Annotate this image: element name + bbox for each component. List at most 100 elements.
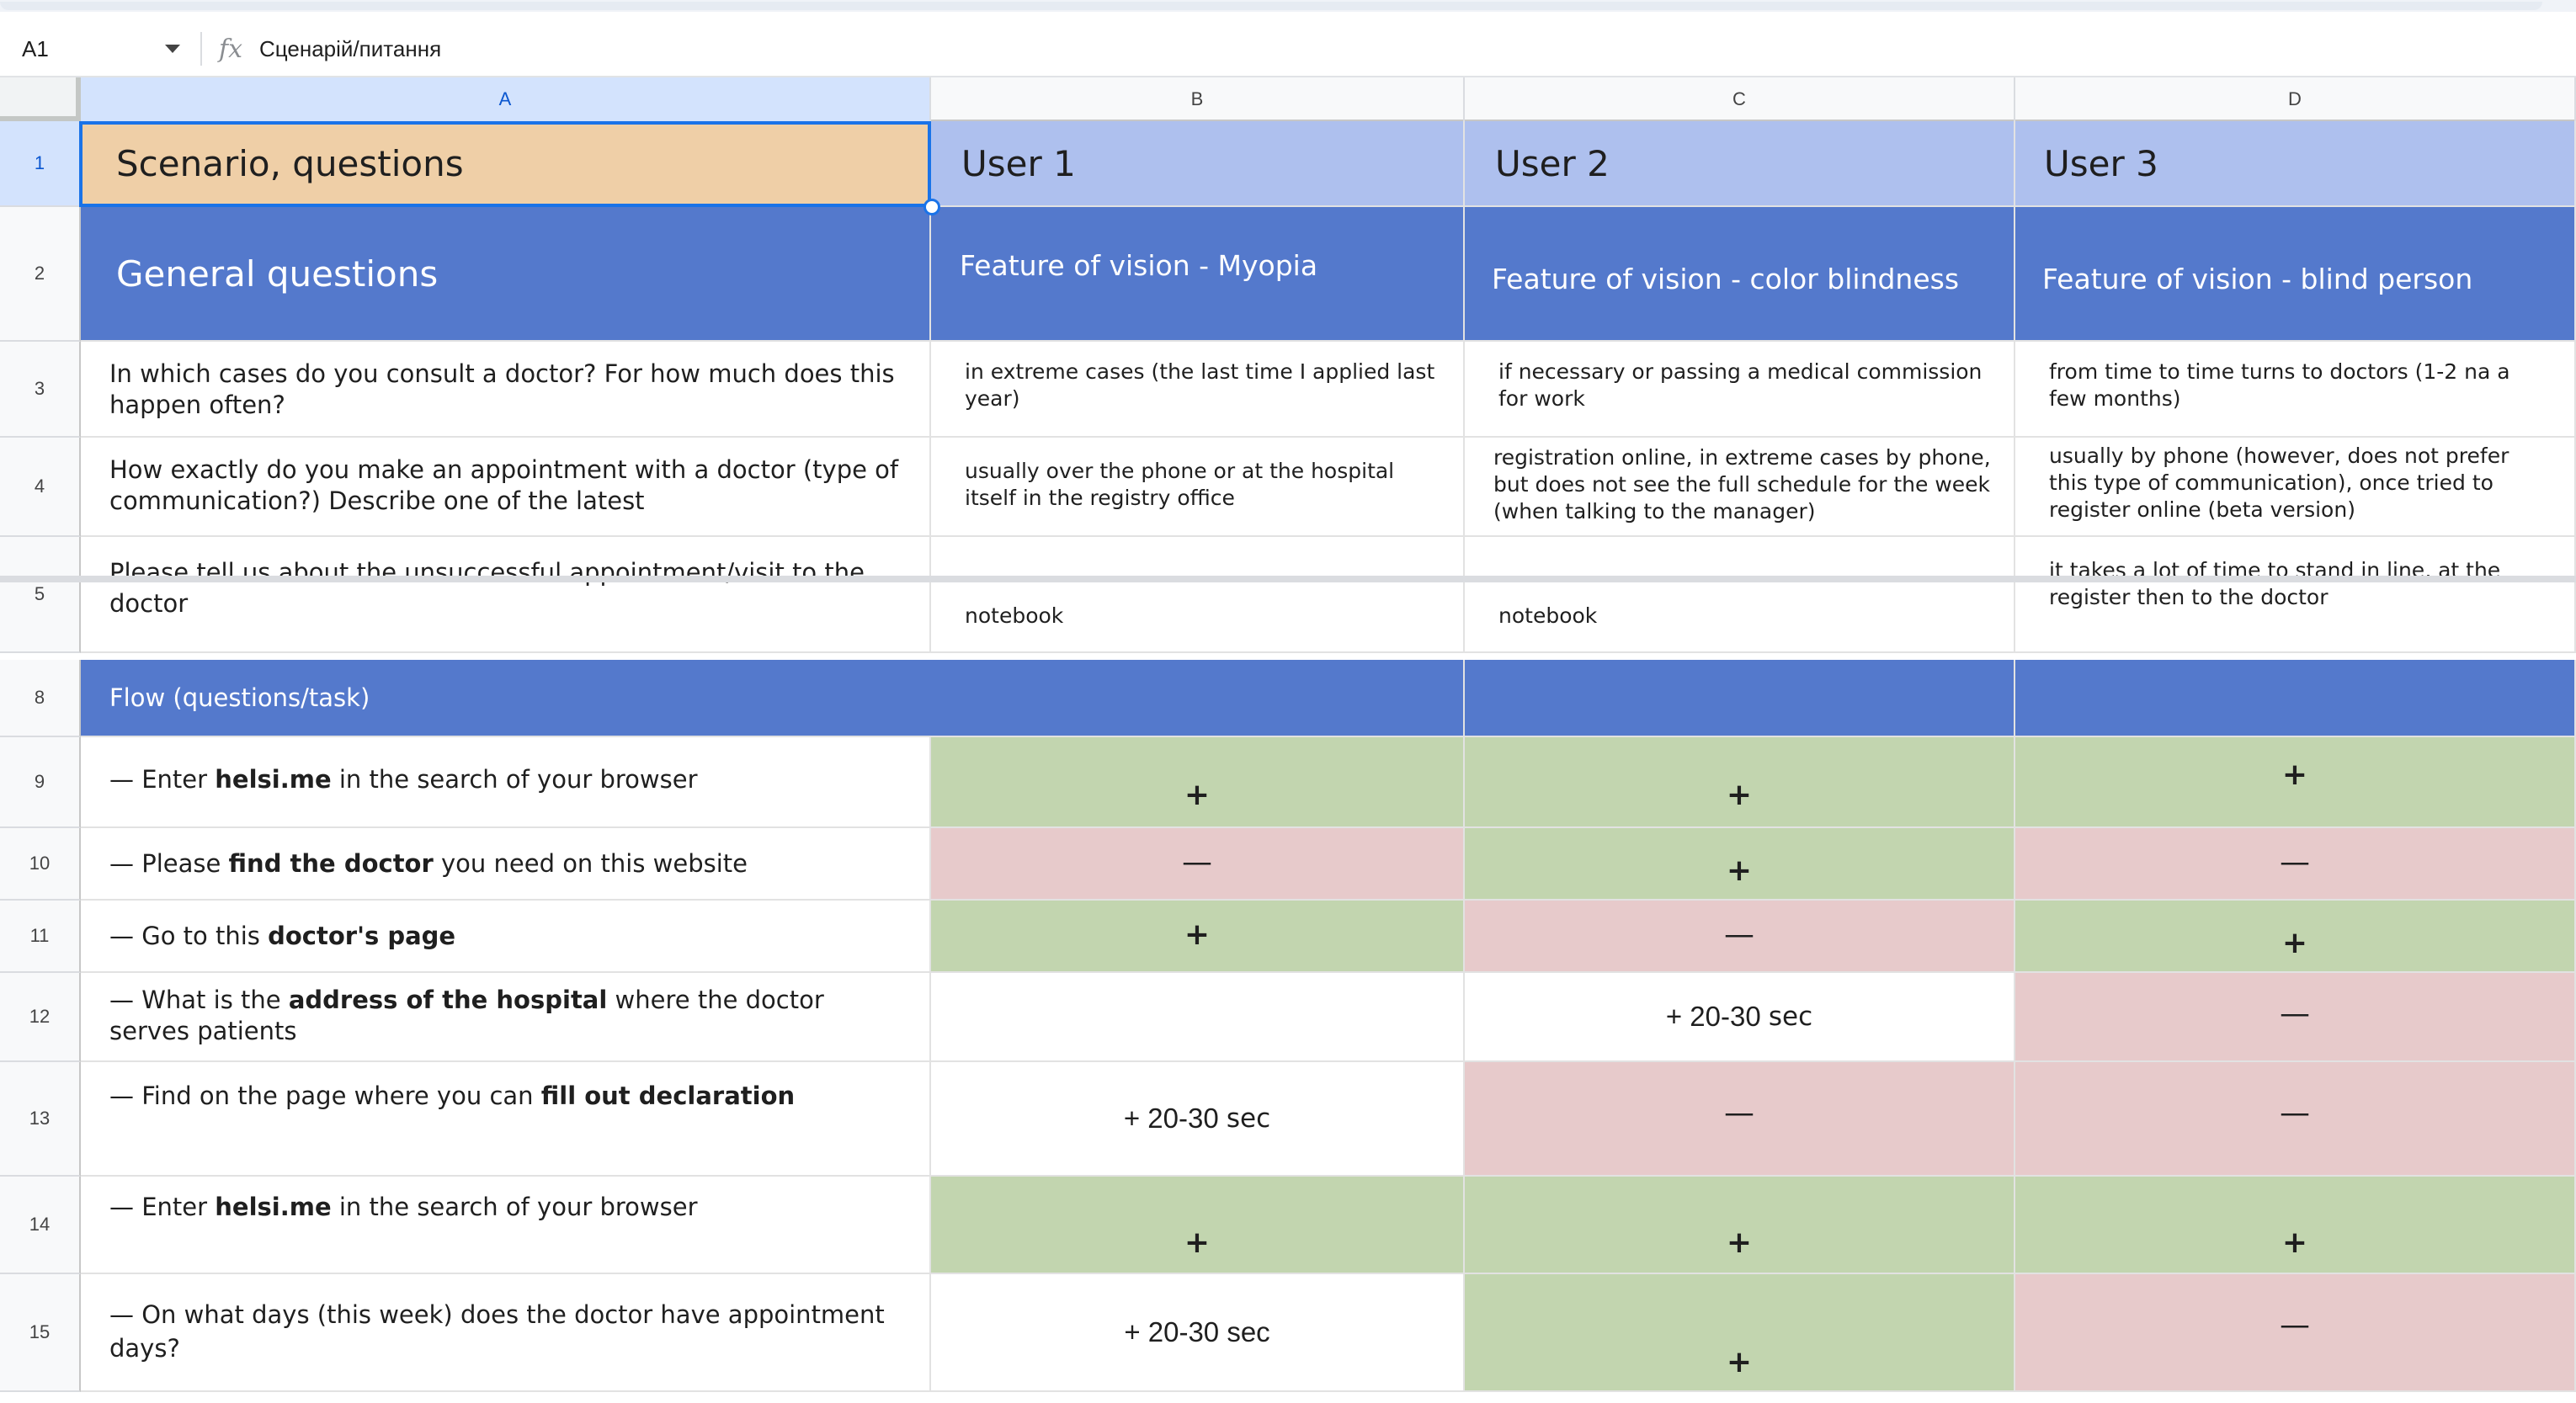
cell-a10[interactable]: — Please find the doctor you need on thi… bbox=[81, 828, 931, 901]
cell-c9[interactable]: + bbox=[1465, 737, 2015, 828]
time-unit: sec bbox=[1226, 1103, 1271, 1134]
formula-bar-divider bbox=[200, 32, 202, 66]
time-unit: sec bbox=[1768, 1002, 1813, 1032]
task-keyword: helsi.me bbox=[215, 1193, 332, 1221]
cell-b1[interactable]: User 1 bbox=[931, 121, 1465, 207]
window-top-strip bbox=[0, 0, 2576, 12]
cell-b8[interactable] bbox=[931, 660, 1465, 737]
fill-handle[interactable] bbox=[923, 199, 940, 215]
row-header[interactable]: 9 bbox=[0, 737, 81, 828]
cell-b2[interactable]: Feature of vision - Myopia bbox=[931, 207, 1465, 342]
name-box-value: A1 bbox=[22, 35, 49, 61]
cell-d4[interactable]: usually by phone (however, does not pref… bbox=[2015, 438, 2576, 537]
task-text: — What is the bbox=[109, 986, 289, 1014]
task-text: — Enter bbox=[109, 1193, 216, 1221]
cell-c10[interactable]: + bbox=[1465, 828, 2015, 901]
task-keyword: doctor's page bbox=[268, 922, 456, 950]
cell-d14[interactable]: + bbox=[2015, 1177, 2576, 1274]
task-text: — Please bbox=[109, 849, 229, 878]
cell-a14[interactable]: — Enter helsi.me in the search of your b… bbox=[81, 1177, 931, 1274]
cell-d9[interactable]: + bbox=[2015, 737, 2576, 828]
row-header[interactable]: 13 bbox=[0, 1062, 81, 1177]
row-header[interactable]: 3 bbox=[0, 342, 81, 438]
cell-d3[interactable]: from time to time turns to doctors (1-2 … bbox=[2015, 342, 2576, 438]
cell-b5[interactable]: notebook bbox=[931, 537, 1465, 653]
task-text: in the search of your browser bbox=[331, 1193, 698, 1221]
cell-b11[interactable]: + bbox=[931, 901, 1465, 973]
cell-d15[interactable]: — bbox=[2015, 1274, 2576, 1392]
time-value: + 20-30 bbox=[1665, 1001, 1761, 1032]
column-header-d[interactable]: D bbox=[2015, 77, 2576, 121]
task-text: — Enter bbox=[109, 765, 216, 794]
row-header[interactable]: 10 bbox=[0, 828, 81, 901]
function-icon: fx bbox=[219, 34, 243, 64]
cell-b12[interactable] bbox=[931, 973, 1465, 1062]
cell-d8[interactable] bbox=[2015, 660, 2576, 737]
cell-b10[interactable]: — bbox=[931, 828, 1465, 901]
row-header[interactable]: 14 bbox=[0, 1177, 81, 1274]
task-keyword: fill out declaration bbox=[540, 1081, 796, 1110]
row-header[interactable]: 1 bbox=[0, 121, 81, 207]
chevron-down-icon[interactable] bbox=[165, 45, 180, 53]
column-header-c[interactable]: C bbox=[1465, 77, 2015, 121]
row-header[interactable]: 11 bbox=[0, 901, 81, 973]
cell-b4[interactable]: usually over the phone or at the hospita… bbox=[931, 438, 1465, 537]
cell-c14[interactable]: + bbox=[1465, 1177, 2015, 1274]
column-header-a[interactable]: A bbox=[81, 77, 931, 121]
time-value: + 20-30 bbox=[1123, 1103, 1219, 1134]
cell-c11[interactable]: — bbox=[1465, 901, 2015, 973]
cell-c1[interactable]: User 2 bbox=[1465, 121, 2015, 207]
task-text: in the search of your browser bbox=[331, 765, 698, 794]
cell-d2[interactable]: Feature of vision - blind person bbox=[2015, 207, 2576, 342]
row-header[interactable]: 15 bbox=[0, 1274, 81, 1392]
cell-d10[interactable]: — bbox=[2015, 828, 2576, 901]
task-keyword: helsi.me bbox=[215, 765, 332, 794]
cell-d1[interactable]: User 3 bbox=[2015, 121, 2576, 207]
cell-a13[interactable]: — Find on the page where you can fill ou… bbox=[81, 1062, 931, 1177]
select-all-corner[interactable] bbox=[0, 77, 81, 121]
cell-a4[interactable]: How exactly do you make an appointment w… bbox=[81, 438, 931, 537]
cell-a2[interactable]: General questions bbox=[81, 207, 931, 342]
task-text: you need on this website bbox=[433, 849, 748, 878]
cell-a8[interactable]: Flow (questions/task) bbox=[81, 660, 931, 737]
cell-d13[interactable]: — bbox=[2015, 1062, 2576, 1177]
row-header[interactable]: 2 bbox=[0, 207, 81, 342]
cell-c8[interactable] bbox=[1465, 660, 2015, 737]
cell-b13[interactable]: + 20-30 sec bbox=[931, 1062, 1465, 1177]
cell-a15[interactable]: — On what days (this week) does the doct… bbox=[81, 1274, 931, 1392]
cell-b14[interactable]: + bbox=[931, 1177, 1465, 1274]
name-box[interactable]: A1 bbox=[0, 21, 197, 77]
cell-a9[interactable]: — Enter helsi.me in the search of your b… bbox=[81, 737, 931, 828]
row-header[interactable]: 4 bbox=[0, 438, 81, 537]
formula-bar: A1 fx Сценарій/питання bbox=[0, 22, 2576, 77]
cell-a11[interactable]: — Go to this doctor's page bbox=[81, 901, 931, 973]
row-header[interactable]: 5 bbox=[0, 537, 81, 653]
cell-c13[interactable]: — bbox=[1465, 1062, 2015, 1177]
column-header-row: A B C D bbox=[0, 77, 2576, 121]
cell-d11[interactable]: + bbox=[2015, 901, 2576, 973]
cell-c5[interactable]: notebook bbox=[1465, 537, 2015, 653]
cell-a5[interactable]: Please tell us about the unsuccessful ap… bbox=[81, 537, 931, 653]
task-keyword: address of the hospital bbox=[288, 986, 608, 1014]
task-text: — Go to this bbox=[109, 922, 269, 950]
task-text: — Find on the page where you can bbox=[109, 1081, 541, 1110]
column-header-b[interactable]: B bbox=[931, 77, 1465, 121]
cell-c4[interactable]: registration online, in extreme cases by… bbox=[1465, 438, 2015, 537]
cell-b15[interactable]: + 20-30 sec bbox=[931, 1274, 1465, 1392]
cell-c3[interactable]: if necessary or passing a medical commis… bbox=[1465, 342, 2015, 438]
cell-d12[interactable]: — bbox=[2015, 973, 2576, 1062]
cell-a1[interactable]: Scenario, questions bbox=[81, 121, 931, 207]
cell-c12[interactable]: + 20-30 sec bbox=[1465, 973, 2015, 1062]
cell-c2[interactable]: Feature of vision - color blindness bbox=[1465, 207, 2015, 342]
row-header[interactable]: 12 bbox=[0, 973, 81, 1062]
cell-c15[interactable]: + bbox=[1465, 1274, 2015, 1392]
formula-input[interactable]: Сценарій/питання bbox=[259, 36, 441, 62]
cell-d5[interactable]: it takes a lot of time to stand in line,… bbox=[2015, 537, 2576, 653]
cell-a12[interactable]: — What is the address of the hospital wh… bbox=[81, 973, 931, 1062]
task-keyword: find the doctor bbox=[228, 849, 434, 878]
cell-b3[interactable]: in extreme cases (the last time I applie… bbox=[931, 342, 1465, 438]
cell-b9[interactable]: + bbox=[931, 737, 1465, 828]
row-header[interactable]: 8 bbox=[0, 660, 81, 737]
hidden-rows-divider[interactable] bbox=[0, 576, 2576, 582]
cell-a3[interactable]: In which cases do you consult a doctor? … bbox=[81, 342, 931, 438]
